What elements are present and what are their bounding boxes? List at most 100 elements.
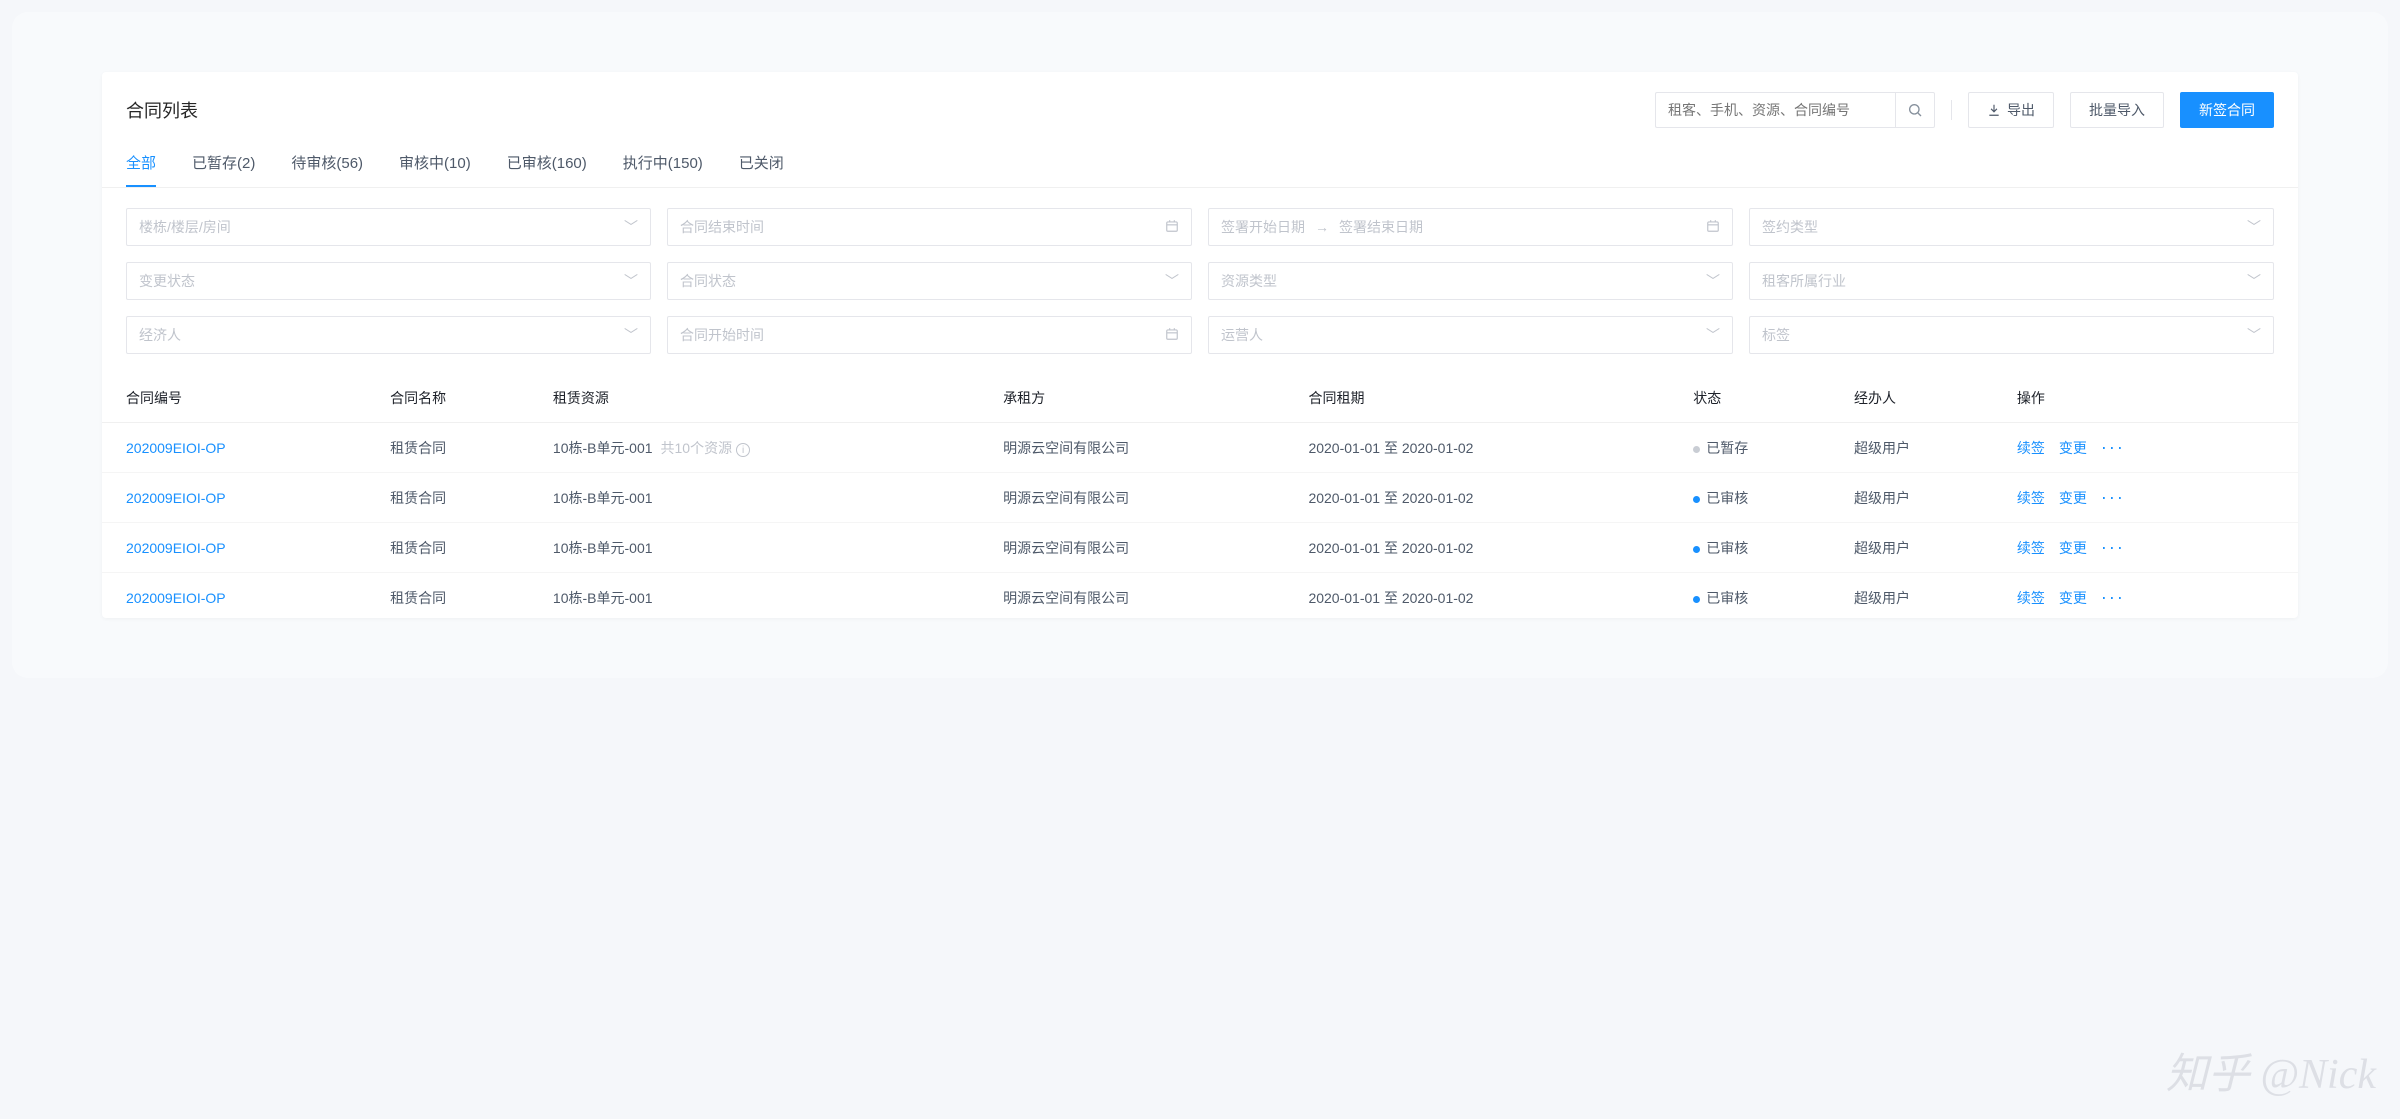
contracts-table: 合同编号 合同名称 租赁资源 承租方 合同租期 状态 经办人 操作 202009…	[102, 374, 2298, 618]
resource-extra: 共10个资源	[661, 440, 733, 456]
contract-no-link[interactable]: 202009EIOI-OP	[126, 540, 226, 556]
renew-action[interactable]: 续签	[2017, 538, 2045, 558]
contract-no-link[interactable]: 202009EIOI-OP	[126, 490, 226, 506]
filter-agent[interactable]: 经济人 ﹀	[126, 316, 651, 354]
tab-item[interactable]: 已关闭	[739, 140, 784, 187]
search-icon	[1907, 102, 1923, 118]
filter-label: 经济人	[139, 325, 181, 345]
sign-start-label: 签署开始日期	[1221, 217, 1305, 237]
tab-item[interactable]: 待审核(56)	[291, 140, 363, 187]
contract-no-link[interactable]: 202009EIOI-OP	[126, 590, 226, 606]
change-action[interactable]: 变更	[2059, 538, 2087, 558]
header-actions: 导出 批量导入 新签合同	[1655, 92, 2274, 128]
cell-contract-name: 租赁合同	[378, 473, 541, 523]
page-container: 合同列表 导出 批量导入 新签合同	[12, 12, 2388, 678]
filter-sign-date-range[interactable]: 签署开始日期 → 签署结束日期	[1208, 208, 1733, 246]
cell-handler: 超级用户	[1842, 473, 2005, 523]
cell-ops: 续签变更 ···	[2005, 423, 2298, 473]
search-input[interactable]	[1655, 92, 1895, 128]
new-contract-button[interactable]: 新签合同	[2180, 92, 2274, 128]
cell-period: 2020-01-01 至 2020-01-02	[1296, 423, 1681, 473]
renew-action[interactable]: 续签	[2017, 438, 2045, 458]
renew-action[interactable]: 续签	[2017, 488, 2045, 508]
filter-label: 合同状态	[680, 271, 736, 291]
more-icon[interactable]: ···	[2101, 487, 2125, 508]
table-row: 202009EIOI-OP租赁合同10栋-B单元-001明源云空间有限公司202…	[102, 473, 2298, 523]
cell-period: 2020-01-01 至 2020-01-02	[1296, 573, 1681, 619]
chevron-down-icon: ﹀	[1706, 271, 1720, 291]
chevron-down-icon: ﹀	[2247, 217, 2261, 237]
status-dot-icon	[1693, 446, 1700, 453]
tab-item[interactable]: 全部	[126, 140, 156, 187]
filter-start-time[interactable]: 合同开始时间	[667, 316, 1192, 354]
filter-change-status[interactable]: 变更状态 ﹀	[126, 262, 651, 300]
cell-handler: 超级用户	[1842, 573, 2005, 619]
export-button[interactable]: 导出	[1968, 92, 2054, 128]
cell-tenant: 明源云空间有限公司	[991, 523, 1296, 573]
batch-import-button[interactable]: 批量导入	[2070, 92, 2164, 128]
cell-ops: 续签变更 ···	[2005, 573, 2298, 619]
change-action[interactable]: 变更	[2059, 588, 2087, 608]
status-dot-icon	[1693, 596, 1700, 603]
filter-sign-type[interactable]: 签约类型 ﹀	[1749, 208, 2274, 246]
tab-item[interactable]: 审核中(10)	[399, 140, 471, 187]
more-icon[interactable]: ···	[2101, 587, 2125, 608]
export-label: 导出	[2007, 100, 2035, 120]
info-icon[interactable]: i	[736, 443, 750, 457]
cell-ops: 续签变更 ···	[2005, 523, 2298, 573]
cell-contract-name: 租赁合同	[378, 573, 541, 619]
table-header-row: 合同编号 合同名称 租赁资源 承租方 合同租期 状态 经办人 操作	[102, 374, 2298, 423]
filter-resource-type[interactable]: 资源类型 ﹀	[1208, 262, 1733, 300]
page-title: 合同列表	[126, 97, 198, 123]
cell-handler: 超级用户	[1842, 423, 2005, 473]
chevron-down-icon: ﹀	[624, 271, 638, 291]
filter-label: 租客所属行业	[1762, 271, 1846, 291]
col-tenant: 承租方	[991, 374, 1296, 423]
filter-building[interactable]: 楼栋/楼层/房间 ﹀	[126, 208, 651, 246]
cell-handler: 超级用户	[1842, 523, 2005, 573]
calendar-icon	[1165, 327, 1179, 344]
filter-label: 合同开始时间	[680, 325, 764, 345]
watermark: 知乎 @Nick	[2166, 1040, 2376, 1101]
cell-resource: 10栋-B单元-001	[541, 523, 991, 573]
table-row: 202009EIOI-OP租赁合同10栋-B单元-001明源云空间有限公司202…	[102, 523, 2298, 573]
tab-item[interactable]: 已暂存(2)	[192, 140, 255, 187]
sign-end-label: 签署结束日期	[1339, 217, 1423, 237]
filter-end-time[interactable]: 合同结束时间	[667, 208, 1192, 246]
date-range: 签署开始日期 → 签署结束日期	[1221, 217, 1706, 237]
col-resource: 租赁资源	[541, 374, 991, 423]
filter-label: 资源类型	[1221, 271, 1277, 291]
col-status: 状态	[1681, 374, 1842, 423]
more-icon[interactable]: ···	[2101, 537, 2125, 558]
filter-contract-status[interactable]: 合同状态 ﹀	[667, 262, 1192, 300]
filter-label: 变更状态	[139, 271, 195, 291]
filter-label: 标签	[1762, 325, 1790, 345]
chevron-down-icon: ﹀	[624, 217, 638, 237]
tabs: 全部已暂存(2) 待审核(56) 审核中(10) 已审核(160) 执行中(150) 已关…	[102, 140, 2298, 188]
panel: 合同列表 导出 批量导入 新签合同	[102, 72, 2298, 618]
filter-label: 签约类型	[1762, 217, 1818, 237]
filter-tenant-industry[interactable]: 租客所属行业 ﹀	[1749, 262, 2274, 300]
filter-tag[interactable]: 标签 ﹀	[1749, 316, 2274, 354]
tab-item[interactable]: 执行中(150)	[623, 140, 703, 187]
more-icon[interactable]: ···	[2101, 437, 2125, 458]
cell-ops: 续签变更 ···	[2005, 473, 2298, 523]
renew-action[interactable]: 续签	[2017, 588, 2045, 608]
col-handler: 经办人	[1842, 374, 2005, 423]
filter-label: 运营人	[1221, 325, 1263, 345]
status-dot-icon	[1693, 546, 1700, 553]
cell-contract-name: 租赁合同	[378, 523, 541, 573]
tab-item[interactable]: 已审核(160)	[507, 140, 587, 187]
cell-status: 已审核	[1681, 573, 1842, 619]
search-button[interactable]	[1895, 92, 1935, 128]
col-period: 合同租期	[1296, 374, 1681, 423]
batch-import-label: 批量导入	[2089, 100, 2145, 120]
filter-label: 楼栋/楼层/房间	[139, 217, 231, 237]
change-action[interactable]: 变更	[2059, 438, 2087, 458]
status-dot-icon	[1693, 496, 1700, 503]
filter-operator[interactable]: 运营人 ﹀	[1208, 316, 1733, 354]
contract-no-link[interactable]: 202009EIOI-OP	[126, 440, 226, 456]
change-action[interactable]: 变更	[2059, 488, 2087, 508]
chevron-down-icon: ﹀	[1706, 325, 1720, 345]
col-ops: 操作	[2005, 374, 2298, 423]
